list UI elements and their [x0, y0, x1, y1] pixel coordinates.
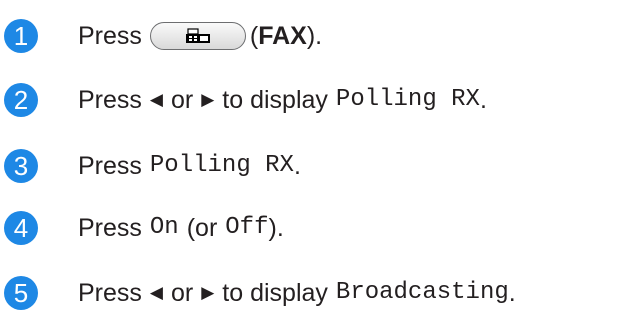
right-arrow-icon: ▶: [201, 283, 215, 302]
step-1: 1 Press (FAX).: [0, 19, 624, 59]
to-display-text: to display: [222, 86, 328, 114]
period: .: [293, 152, 301, 180]
step-instruction: Press (FAX).: [78, 19, 322, 53]
lcd-text-polling-rx: Polling RX: [335, 86, 480, 113]
lcd-text-off: Off: [225, 214, 269, 241]
or-open-paren: (or: [186, 214, 218, 242]
right-arrow-icon: ▶: [201, 90, 215, 109]
step-number-badge: 3: [4, 149, 38, 183]
step-4: 4 Press On (or Off).: [0, 211, 624, 251]
open-paren: (: [249, 22, 259, 50]
step-instruction: Press ◀ or ▶ to display Polling RX.: [78, 83, 487, 117]
period: .: [508, 279, 516, 307]
step-instruction: Press Polling RX.: [78, 149, 301, 183]
press-word: Press: [78, 86, 142, 114]
press-word: Press: [78, 22, 142, 50]
left-arrow-icon: ◀: [149, 283, 163, 302]
period: .: [479, 86, 487, 114]
close-paren: ).: [306, 22, 323, 50]
or-word: or: [170, 86, 194, 114]
step-3: 3 Press Polling RX.: [0, 149, 624, 189]
step-number-badge: 4: [4, 211, 38, 245]
close-paren: ).: [268, 214, 284, 242]
lcd-text-on: On: [149, 214, 179, 241]
step-number-badge: 2: [4, 83, 38, 117]
step-instruction: Press On (or Off).: [78, 211, 284, 245]
or-word: or: [170, 279, 194, 307]
step-number-badge: 5: [4, 276, 38, 310]
press-word: Press: [78, 214, 142, 242]
lcd-text-broadcasting: Broadcasting: [335, 279, 509, 306]
press-word: Press: [78, 152, 142, 180]
lcd-text-polling-rx: Polling RX: [149, 152, 294, 179]
fax-key-button: [149, 22, 246, 50]
fax-label: FAX: [258, 22, 307, 50]
step-instruction: Press ◀ or ▶ to display Broadcasting.: [78, 276, 516, 310]
step-5: 5 Press ◀ or ▶ to display Broadcasting.: [0, 276, 624, 316]
to-display-text: to display: [222, 279, 328, 307]
press-word: Press: [78, 279, 142, 307]
fax-machine-icon: [185, 28, 210, 43]
left-arrow-icon: ◀: [149, 90, 163, 109]
step-2: 2 Press ◀ or ▶ to display Polling RX.: [0, 83, 624, 123]
step-number-badge: 1: [4, 19, 38, 53]
